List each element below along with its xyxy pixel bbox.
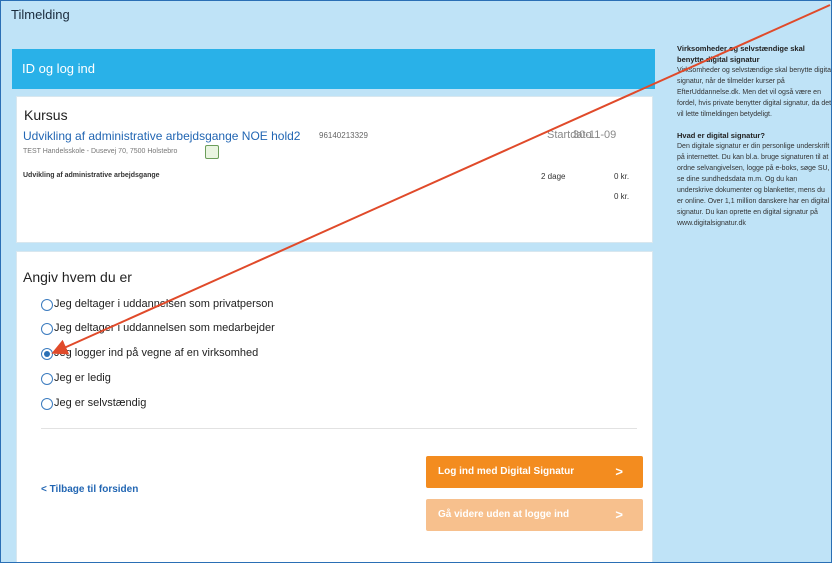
- page-frame: Tilmelding ID og log ind Kursus Udviklin…: [0, 0, 832, 563]
- arrow-line: [51, 4, 831, 355]
- annotation-arrow: [51, 4, 831, 355]
